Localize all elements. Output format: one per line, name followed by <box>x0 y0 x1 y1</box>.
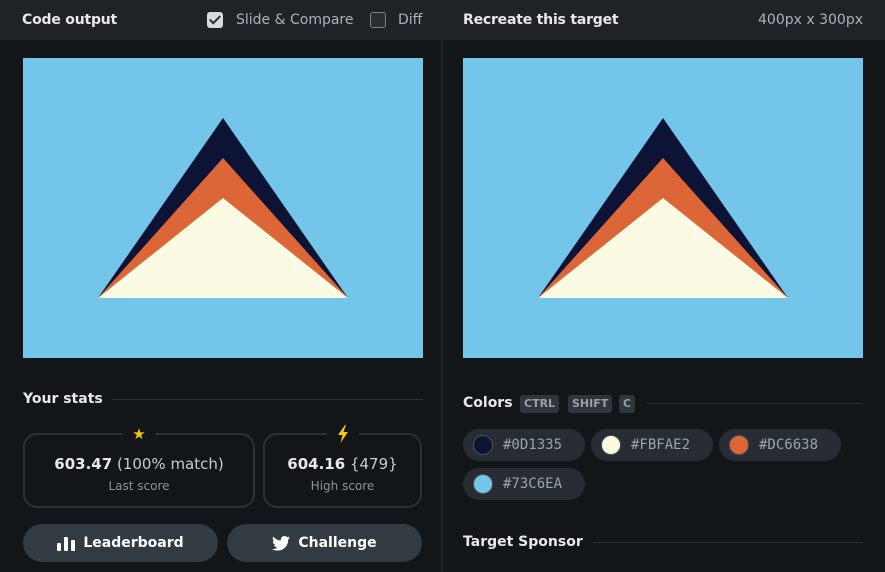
last-score-caption: Last score <box>108 479 170 493</box>
color-chip-fbfae2[interactable]: #FBFAE2 <box>591 429 713 461</box>
twitter-icon <box>272 535 291 551</box>
color-swatch <box>473 474 493 494</box>
color-chip-73c6ea[interactable]: #73C6EA <box>463 468 585 500</box>
code-output-header: Code output Slide & Compare Diff <box>0 0 442 40</box>
color-swatch <box>729 435 749 455</box>
last-score-value: 603.47 <box>54 455 113 473</box>
colors-divider <box>646 403 863 404</box>
shortcut-key-ctrl: CTRL <box>520 395 560 413</box>
high-score-card: 604.16 {479} High score <box>263 424 422 508</box>
target-dimensions: 400px x 300px <box>758 12 863 28</box>
diff-checkbox[interactable] <box>370 12 386 28</box>
high-score-value: 604.16 <box>287 455 346 473</box>
color-swatch <box>473 435 493 455</box>
code-output-canvas[interactable] <box>23 58 423 358</box>
target-canvas <box>463 58 863 358</box>
slide-compare-checkbox[interactable] <box>207 12 223 28</box>
target-sponsor-heading: Target Sponsor <box>463 534 583 550</box>
color-hex-label: #73C6EA <box>503 476 563 492</box>
leaderboard-button[interactable]: Leaderboard <box>23 524 218 562</box>
challenge-label: Challenge <box>298 535 377 551</box>
last-score-match: (100% match) <box>116 455 224 473</box>
code-output-title: Code output <box>22 12 118 28</box>
shortcut-key-shift: SHIFT <box>568 395 613 413</box>
color-chip-dc6638[interactable]: #DC6638 <box>719 429 841 461</box>
last-score-value-row: 603.47 (100% match) <box>25 455 253 473</box>
target-panel: Recreate this target 400px x 300px Color… <box>443 0 885 572</box>
target-header: Recreate this target 400px x 300px <box>443 0 885 40</box>
your-stats-heading: Your stats <box>23 391 103 407</box>
sponsor-divider <box>593 542 863 543</box>
shortcut-key-c: C <box>619 395 636 413</box>
lightning-icon <box>326 424 359 443</box>
slide-compare-label[interactable]: Slide & Compare <box>236 12 354 28</box>
star-icon: ★ <box>122 424 156 444</box>
color-hex-label: #0D1335 <box>503 437 563 453</box>
target-title: Recreate this target <box>463 12 619 28</box>
leaderboard-label: Leaderboard <box>83 535 184 551</box>
stats-divider <box>112 399 423 400</box>
high-score-detail: {479} <box>349 455 398 473</box>
high-score-value-row: 604.16 {479} <box>265 455 420 473</box>
color-hex-label: #FBFAE2 <box>631 437 691 453</box>
color-swatch <box>601 435 621 455</box>
colors-heading: Colors <box>463 395 513 411</box>
color-chip-0d1335[interactable]: #0D1335 <box>463 429 585 461</box>
last-score-card: ★ 603.47 (100% match) Last score <box>23 424 255 508</box>
challenge-button[interactable]: Challenge <box>227 524 422 562</box>
diff-label[interactable]: Diff <box>398 12 422 28</box>
high-score-caption: High score <box>310 479 375 493</box>
code-output-panel: Code output Slide & Compare Diff Your st… <box>0 0 442 572</box>
bar-chart-icon <box>57 537 76 551</box>
color-hex-label: #DC6638 <box>759 437 819 453</box>
